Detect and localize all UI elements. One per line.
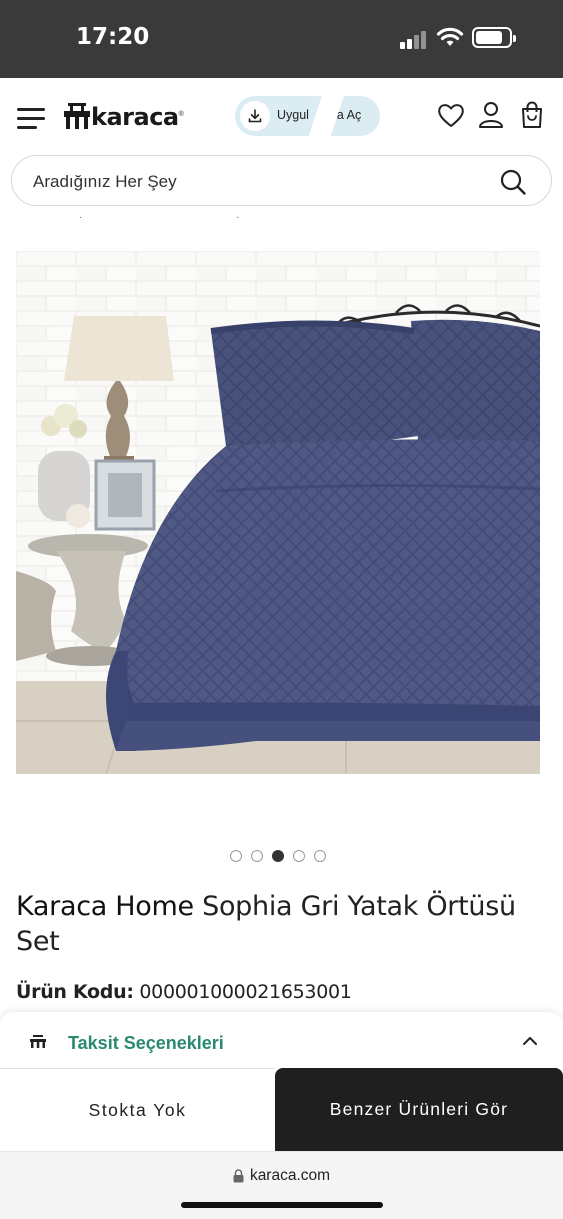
gallery-dot-active[interactable] bbox=[272, 850, 284, 862]
gallery-pagination bbox=[230, 850, 326, 862]
download-icon bbox=[240, 101, 270, 131]
open-in-app-button[interactable]: Uygul da Aç bbox=[235, 96, 380, 136]
search-icon[interactable] bbox=[499, 168, 527, 196]
user-icon[interactable] bbox=[476, 100, 506, 130]
url-text: karaca.com bbox=[249, 1167, 331, 1184]
search-placeholder: Aradığınız Her Şey bbox=[33, 172, 177, 191]
gallery-dot[interactable] bbox=[293, 850, 305, 862]
shopping-bag-icon[interactable] bbox=[517, 100, 547, 130]
url-field[interactable]: karaca.com bbox=[0, 1167, 563, 1185]
site-header: karaca ® Uygul da Aç bbox=[0, 78, 563, 156]
gallery-dot[interactable] bbox=[314, 850, 326, 862]
home-indicator[interactable] bbox=[181, 1202, 383, 1208]
search-input[interactable]: Aradığınız Her Şey bbox=[11, 155, 552, 206]
installments-label: Taksit Seçenekleri bbox=[68, 1033, 224, 1053]
chevron-up-icon[interactable] bbox=[521, 1032, 539, 1050]
lock-icon bbox=[233, 1169, 244, 1183]
status-bar: 17:20 bbox=[0, 0, 563, 78]
cellular-signal-icon bbox=[400, 29, 430, 49]
out-of-stock-button[interactable]: Stokta Yok bbox=[0, 1068, 275, 1151]
gallery-dot[interactable] bbox=[230, 850, 242, 862]
status-time: 17:20 bbox=[76, 24, 150, 50]
heart-icon[interactable] bbox=[436, 100, 466, 130]
product-code-label: Ürün Kodu: bbox=[16, 981, 134, 1003]
product-code-value: 000001000021653001 bbox=[133, 981, 352, 1003]
logo-mark-icon bbox=[64, 103, 90, 129]
breadcrumb-fragment: · bbox=[236, 212, 240, 223]
breadcrumb-fragment: · bbox=[79, 212, 83, 223]
product-code: Ürün Kodu: 000001000021653001 bbox=[16, 981, 352, 1003]
menu-icon[interactable] bbox=[17, 108, 45, 129]
product-title: Karaca Home Sophia Gri Yatak Örtüsü Set bbox=[16, 889, 536, 959]
installments-panel[interactable]: Taksit Seçenekleri bbox=[0, 1012, 563, 1072]
logo-text: karaca bbox=[91, 103, 179, 131]
logo-registered-mark: ® bbox=[178, 110, 184, 118]
wifi-icon bbox=[436, 27, 464, 46]
browser-url-bar: karaca.com bbox=[0, 1151, 563, 1219]
karaca-small-logo-icon bbox=[30, 1035, 46, 1048]
gallery-dot[interactable] bbox=[251, 850, 263, 862]
see-similar-products-button[interactable]: Benzer Ürünleri Gör bbox=[275, 1068, 563, 1151]
product-brand: Karaca Home bbox=[16, 891, 194, 922]
product-image[interactable] bbox=[16, 251, 540, 774]
battery-icon bbox=[472, 27, 516, 48]
product-action-bar: Stokta Yok Benzer Ürünleri Gör bbox=[0, 1068, 563, 1151]
karaca-logo[interactable]: karaca ® bbox=[64, 100, 184, 134]
